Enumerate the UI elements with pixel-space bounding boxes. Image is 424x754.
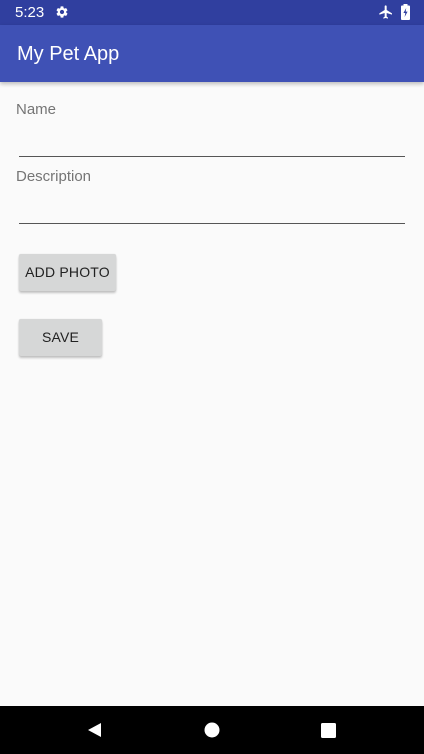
gear-icon (56, 6, 68, 18)
save-button[interactable]: SAVE (19, 319, 102, 356)
back-icon[interactable] (86, 721, 104, 739)
status-time: 5:23 (15, 4, 45, 21)
app-bar: My Pet App (0, 25, 424, 82)
app-title: My Pet App (17, 43, 120, 65)
description-input[interactable] (19, 195, 405, 223)
description-label: Description (16, 168, 92, 185)
navigation-bar (0, 706, 424, 754)
status-bar: 5:23 (0, 0, 424, 25)
description-underline (19, 223, 405, 224)
recents-icon[interactable] (320, 722, 337, 739)
name-input[interactable] (19, 128, 405, 156)
add-photo-button[interactable]: ADD PHOTO (19, 254, 116, 291)
name-label: Name (16, 101, 57, 118)
airplane-icon (379, 5, 392, 19)
home-icon[interactable] (203, 721, 221, 739)
battery-icon (401, 4, 410, 20)
name-underline (19, 156, 405, 157)
